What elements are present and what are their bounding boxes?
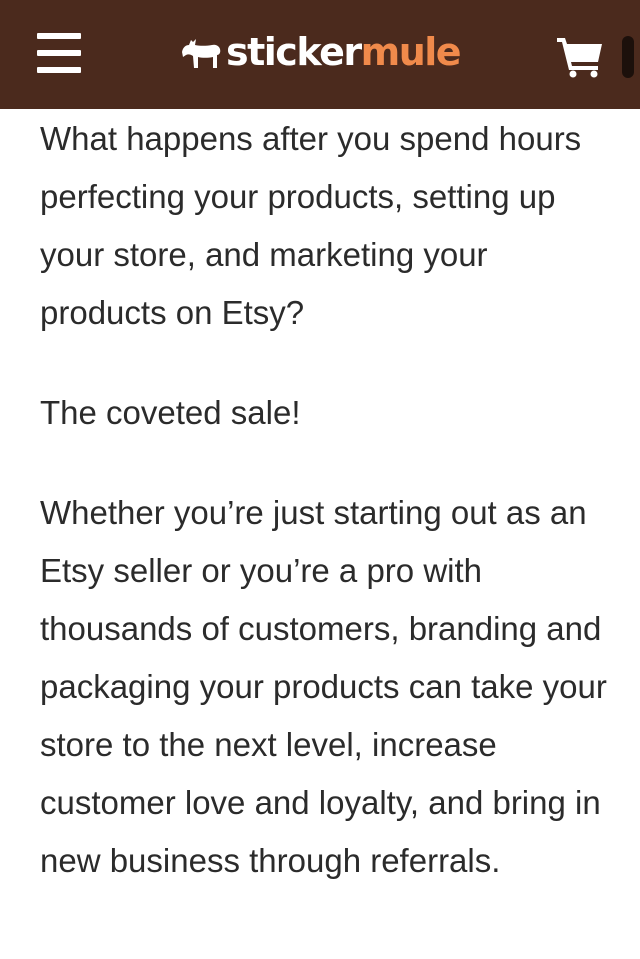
menu-bar bbox=[37, 67, 81, 73]
logo-wordmark: stickermule bbox=[226, 26, 462, 78]
hamburger-menu-icon[interactable] bbox=[37, 33, 81, 73]
shopping-cart-icon[interactable] bbox=[556, 36, 604, 78]
sticker-mule-logo[interactable]: stickermule bbox=[180, 26, 462, 78]
site-header: stickermule bbox=[0, 0, 640, 109]
article-paragraph: Whether you’re just starting out as an E… bbox=[40, 494, 607, 879]
article-body: What happens after you spend hours perfe… bbox=[40, 110, 620, 932]
menu-bar bbox=[37, 50, 81, 56]
article-paragraph: The coveted sale! bbox=[40, 394, 301, 431]
article-paragraph: What happens after you spend hours perfe… bbox=[40, 120, 582, 331]
scroll-indicator[interactable] bbox=[622, 36, 634, 78]
menu-bar bbox=[37, 33, 81, 39]
logo-word-mule: mule bbox=[360, 30, 462, 74]
logo-word-sticker: sticker bbox=[226, 30, 362, 74]
mule-icon bbox=[182, 39, 221, 68]
